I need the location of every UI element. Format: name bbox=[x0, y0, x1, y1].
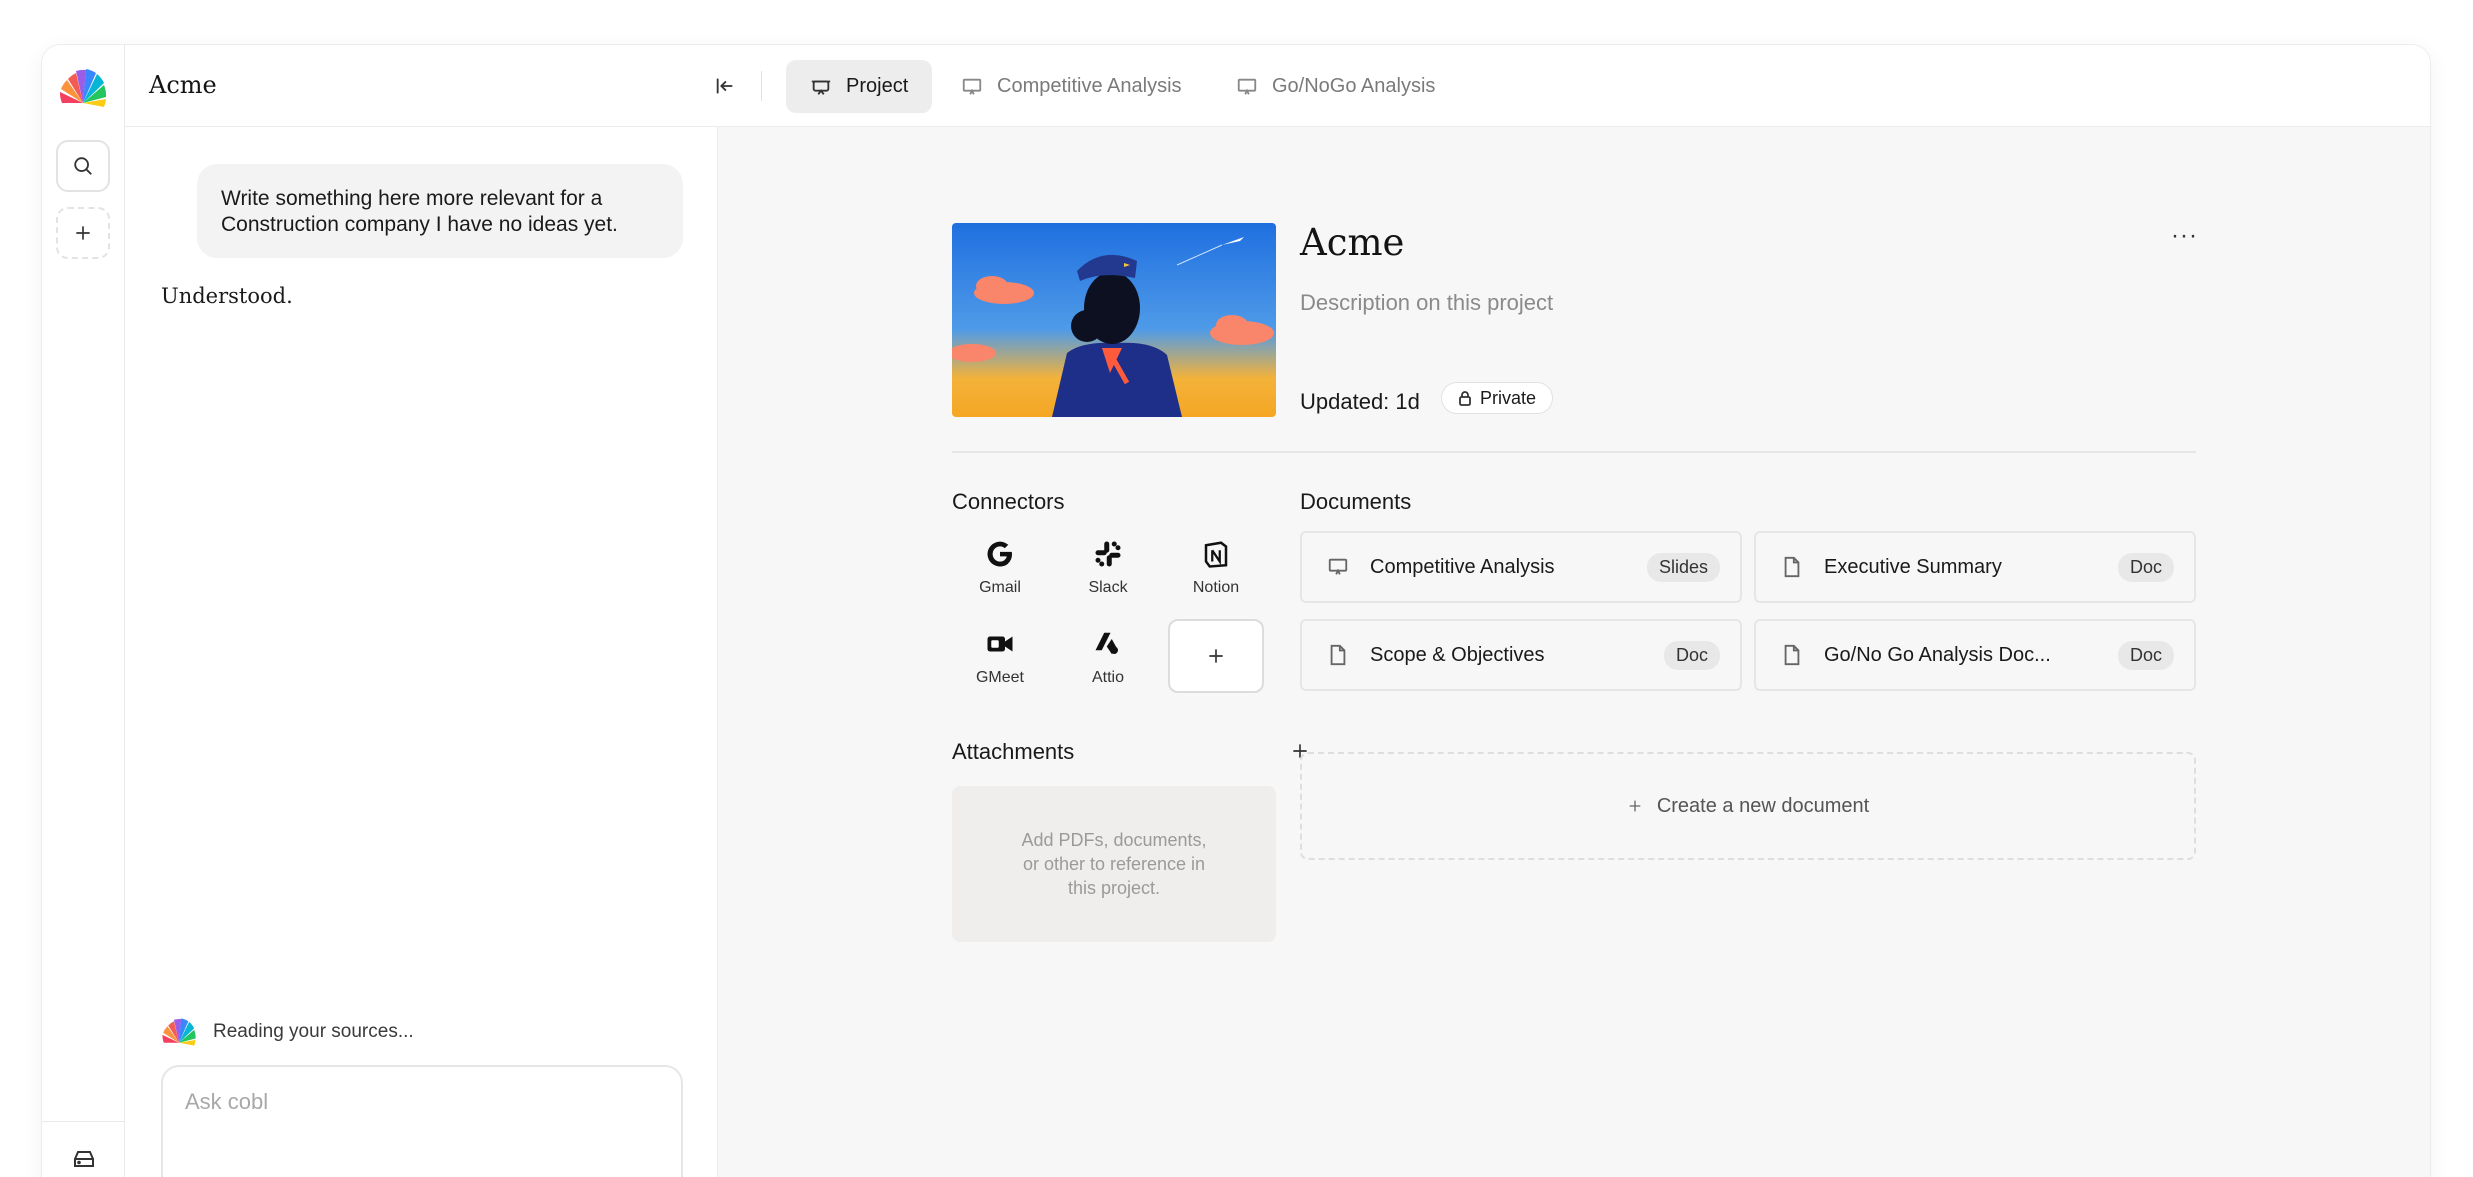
search-button[interactable] bbox=[56, 140, 110, 192]
document-name: Scope & Objectives bbox=[1370, 643, 1545, 666]
document-card-executive-summary[interactable]: Executive Summary Doc bbox=[1754, 531, 2196, 603]
tab-label: Go/NoGo Analysis bbox=[1272, 75, 1436, 97]
chat-input[interactable]: Ask cobl bbox=[161, 1065, 683, 1177]
connector-label: Gmail bbox=[979, 579, 1021, 596]
app-window: Acme Project Competitive Analysis Go/NoG… bbox=[42, 45, 2430, 1177]
connector-label: GMeet bbox=[975, 669, 1024, 686]
inbox-button[interactable] bbox=[42, 1121, 125, 1177]
document-name: Go/No Go Analysis Doc... bbox=[1824, 643, 2051, 666]
google-icon bbox=[987, 541, 1012, 567]
document-type-badge: Doc bbox=[2117, 640, 2174, 670]
inbox-icon bbox=[73, 1150, 94, 1167]
file-icon bbox=[1326, 643, 1350, 667]
monitor-icon bbox=[1326, 555, 1350, 579]
document-name: Executive Summary bbox=[1824, 555, 2002, 578]
monitor-icon bbox=[962, 78, 982, 95]
new-project-button[interactable] bbox=[56, 207, 110, 259]
connector-notion[interactable]: Notion bbox=[1168, 527, 1264, 623]
top-bar: Acme Project Competitive Analysis Go/NoG… bbox=[125, 45, 2430, 127]
connector-label: Notion bbox=[1192, 579, 1240, 596]
plus-icon bbox=[76, 226, 90, 240]
status-row: Reading your sources... bbox=[161, 1015, 414, 1049]
presentation-icon bbox=[811, 80, 831, 95]
tab-label: Competitive Analysis bbox=[997, 75, 1182, 97]
file-icon bbox=[1780, 555, 1804, 579]
project-description[interactable]: Description on this project bbox=[1300, 290, 1553, 316]
connector-gmail[interactable]: Gmail bbox=[952, 527, 1048, 623]
attachments-dropzone[interactable]: Add PDFs, documents, or other to referen… bbox=[952, 786, 1276, 942]
create-document-button[interactable]: Create a new document bbox=[1300, 752, 2196, 860]
project-title: Acme bbox=[1300, 221, 1405, 264]
status-text: Reading your sources... bbox=[213, 1021, 414, 1042]
connector-label: Attio bbox=[1091, 669, 1124, 686]
documents-heading: Documents bbox=[1300, 489, 1412, 514]
plus-icon bbox=[1629, 800, 1641, 812]
visibility-badge[interactable]: Private bbox=[1441, 382, 1554, 414]
section-divider bbox=[952, 451, 2196, 453]
left-rail bbox=[42, 45, 125, 1177]
attio-icon bbox=[1095, 632, 1118, 654]
document-type-badge: Slides bbox=[1646, 552, 1720, 582]
create-document-label: Create a new document bbox=[1656, 794, 1870, 817]
document-card-go-no-go-analysis[interactable]: Go/No Go Analysis Doc... Doc bbox=[1754, 619, 2196, 691]
connector-slack[interactable]: Slack bbox=[1060, 527, 1156, 623]
workspace-title: Acme bbox=[149, 71, 217, 99]
chat-panel: Write something here more relevant for a… bbox=[125, 127, 718, 1177]
search-icon bbox=[74, 157, 92, 175]
tab-project[interactable]: Project bbox=[786, 60, 933, 113]
plus-icon bbox=[1209, 649, 1223, 663]
document-card-scope-objectives[interactable]: Scope & Objectives Doc bbox=[1300, 619, 1742, 691]
connector-attio[interactable]: Attio bbox=[1060, 617, 1156, 713]
assistant-reply: Understood. bbox=[161, 284, 293, 308]
document-type-badge: Doc bbox=[1663, 640, 1720, 670]
connector-gmeet[interactable]: GMeet bbox=[952, 617, 1048, 713]
connector-label: Slack bbox=[1088, 579, 1128, 596]
tab-go-nogo-analysis[interactable]: Go/NoGo Analysis bbox=[1212, 60, 1459, 113]
tab-competitive-analysis[interactable]: Competitive Analysis bbox=[937, 60, 1206, 113]
document-name: Competitive Analysis bbox=[1370, 555, 1555, 578]
attachments-heading: Attachments bbox=[952, 739, 1075, 764]
divider bbox=[761, 71, 762, 101]
project-main: Acme ··· Description on this project Upd… bbox=[718, 127, 2430, 1177]
document-card-competitive-analysis[interactable]: Competitive Analysis Slides bbox=[1300, 531, 1742, 603]
file-icon bbox=[1780, 643, 1804, 667]
app-logo-icon[interactable] bbox=[58, 65, 108, 111]
notion-icon bbox=[1204, 541, 1228, 568]
tab-label: Project bbox=[846, 75, 909, 97]
video-camera-icon bbox=[987, 636, 1013, 652]
slack-icon bbox=[1095, 541, 1121, 567]
collapse-panel-button[interactable] bbox=[708, 69, 742, 103]
lock-icon bbox=[1459, 391, 1471, 406]
add-connector-button[interactable] bbox=[1168, 619, 1264, 693]
visibility-label: Private bbox=[1480, 387, 1537, 408]
collapse-left-icon bbox=[716, 78, 733, 94]
document-type-badge: Doc bbox=[2117, 552, 2174, 582]
updated-timestamp: Updated: 1d bbox=[1300, 389, 1420, 414]
more-options-button[interactable]: ··· bbox=[2171, 224, 2198, 248]
connectors-heading: Connectors bbox=[952, 489, 1065, 514]
user-message: Write something here more relevant for a… bbox=[197, 164, 683, 258]
assistant-logo-icon bbox=[162, 1018, 196, 1046]
project-cover-image bbox=[952, 223, 1276, 417]
monitor-icon bbox=[1237, 78, 1257, 95]
